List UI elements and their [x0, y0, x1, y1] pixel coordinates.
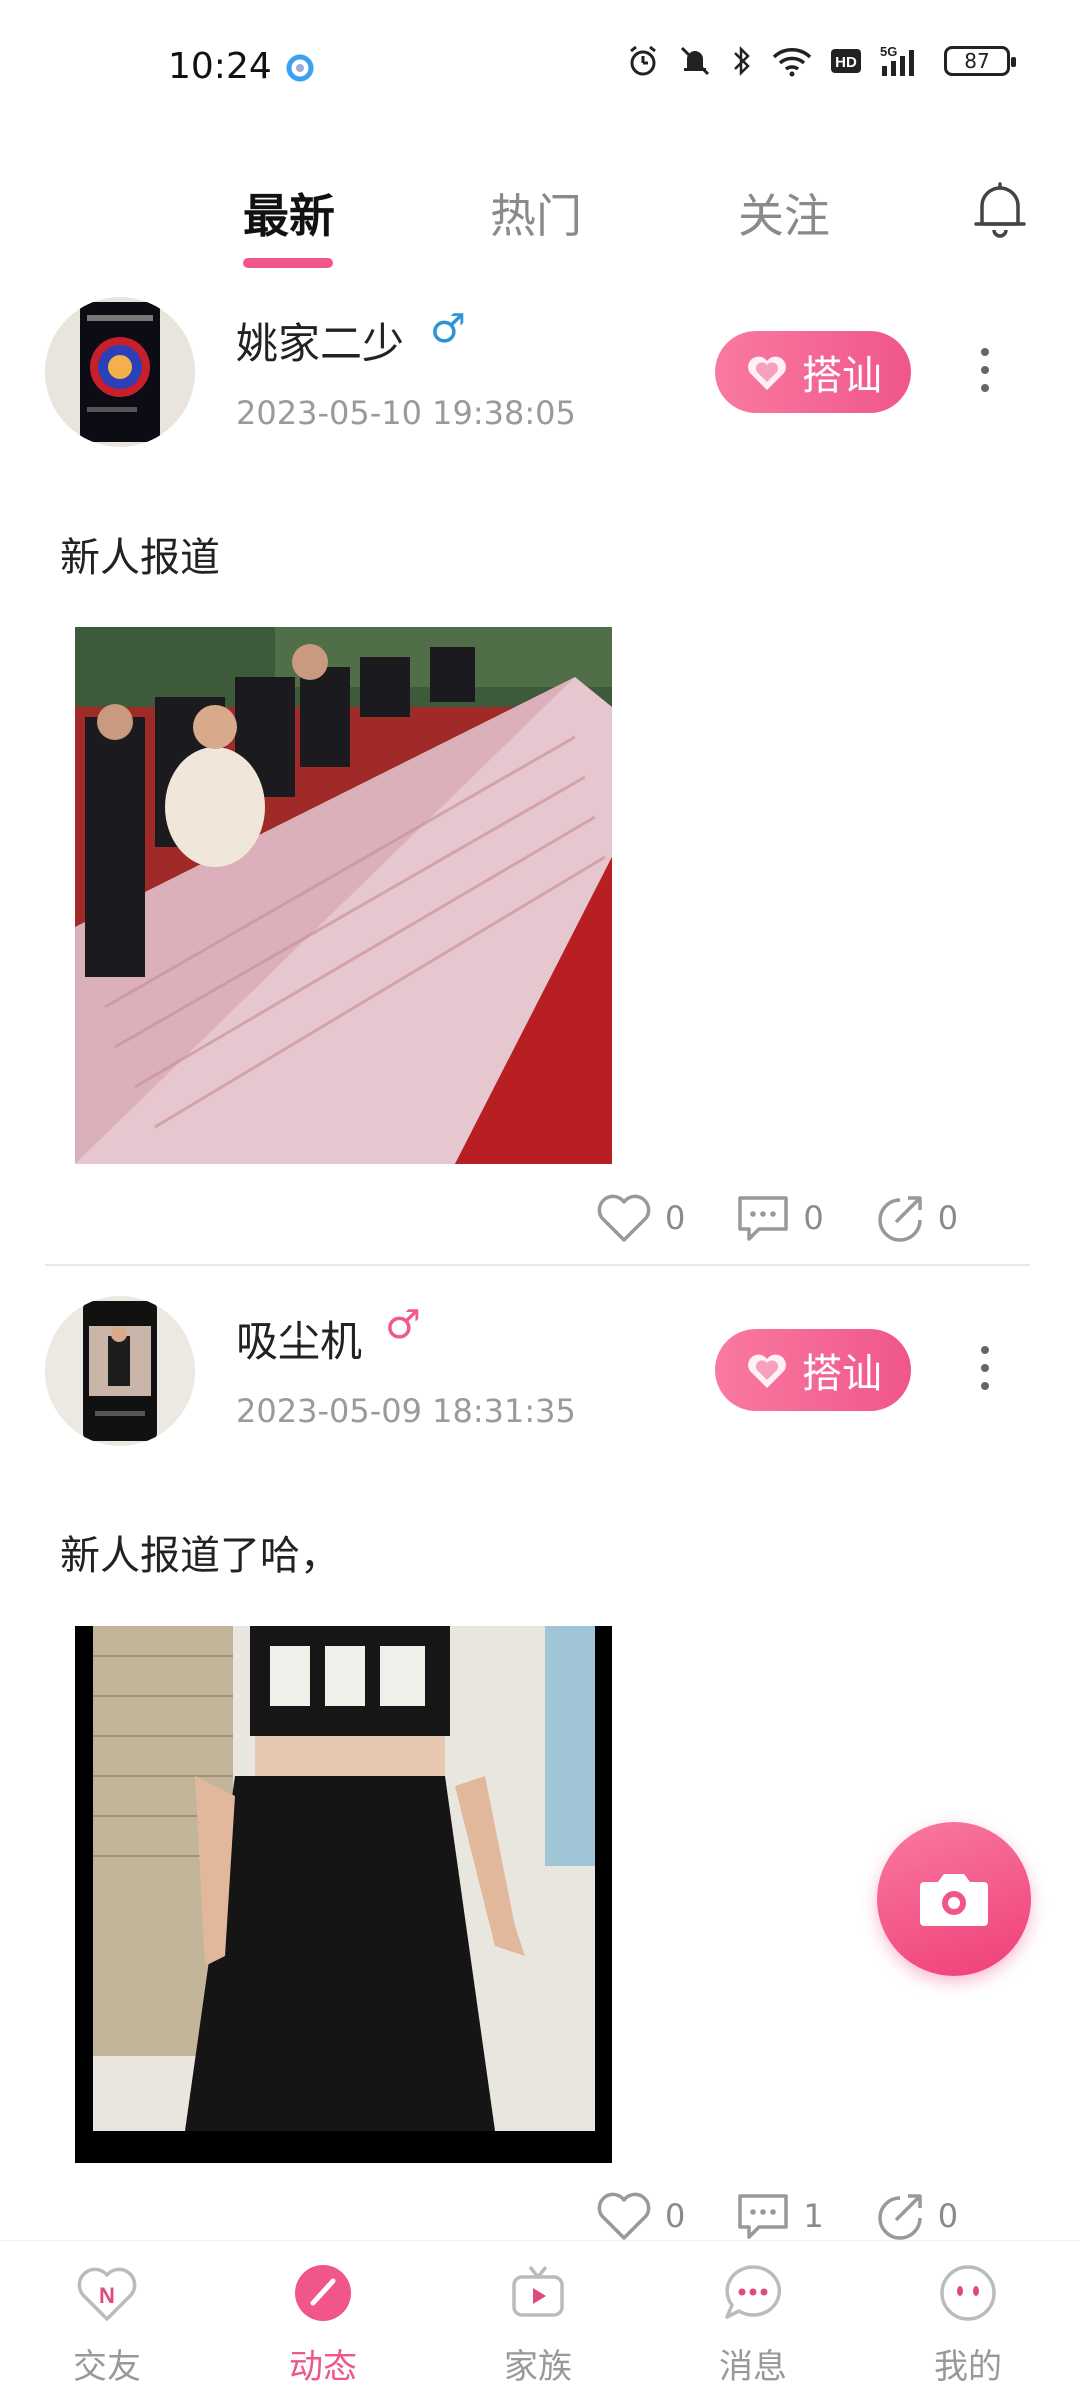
svg-text:5G: 5G [880, 44, 897, 59]
comment-icon [738, 1196, 789, 1241]
like-count: 0 [665, 1199, 686, 1237]
post-text: 新人报道 [60, 535, 220, 581]
heart-outline-icon [597, 1194, 651, 1242]
share-count: 0 [937, 1199, 959, 1237]
tab-hot[interactable]: 热门 [490, 180, 582, 246]
post-actions: 0 0 0 [595, 1192, 1008, 1244]
share-button[interactable]: 0 [874, 1192, 958, 1244]
flirt-button-label: 搭讪 [802, 353, 882, 399]
tab-latest[interactable]: 最新 [243, 180, 335, 246]
pencil-icon [295, 2265, 351, 2321]
flirt-button[interactable]: 搭讪 [715, 331, 911, 413]
post-timestamp: 2023-05-09 18:31:35 [236, 1392, 576, 1430]
bluetooth-icon [734, 45, 750, 77]
money-table-photo [75, 627, 612, 1164]
signal-5g-icon: 5G [880, 44, 914, 76]
male-gender-icon: ♂ [430, 306, 466, 352]
post-camera-button[interactable] [877, 1822, 1031, 1976]
nav-messages[interactable]: 消息 [683, 2261, 823, 2388]
nav-label: 动态 [289, 2347, 357, 2387]
share-icon [878, 2194, 922, 2240]
flirt-button[interactable]: 搭讪 [715, 1329, 911, 1411]
share-icon [878, 1196, 922, 1242]
comment-button[interactable]: 0 [735, 1193, 824, 1243]
post-text: 新人报道了哈， [60, 1533, 340, 1579]
status-icons: HD 5G 87 [626, 44, 1016, 78]
username[interactable]: 姚家二少 [236, 310, 404, 371]
mute-bell-icon [680, 46, 710, 76]
fashion-photo [75, 1626, 612, 2163]
nav-label: 我的 [934, 2347, 1002, 2387]
tv-icon [512, 2265, 564, 2317]
share-count: 0 [937, 2197, 959, 2235]
notification-bell-icon[interactable] [970, 178, 1030, 242]
camera-icon [920, 1874, 988, 1926]
comment-button[interactable]: 1 [735, 2191, 824, 2241]
avatar[interactable] [45, 1296, 195, 1446]
post-divider [45, 1264, 1030, 1266]
svg-text:N: N [99, 2283, 115, 2308]
comment-icon [738, 2194, 789, 2239]
battery-level: 87 [964, 49, 990, 73]
comment-count: 0 [803, 1199, 824, 1237]
wifi-icon [772, 48, 812, 77]
username[interactable]: 吸尘机 [236, 1308, 362, 1369]
alarm-icon [630, 45, 656, 76]
svg-text:HD: HD [835, 54, 857, 71]
nav-label: 家族 [504, 2347, 572, 2387]
flirt-button-label: 搭讪 [802, 1351, 882, 1397]
avatar-image [45, 1296, 195, 1446]
status-bar: 10:24 HD 5G 87 [0, 0, 1080, 140]
post-image[interactable] [75, 1626, 612, 2163]
nav-friends[interactable]: N 交友 [37, 2261, 177, 2388]
avatar-image [45, 297, 195, 447]
heart-chat-icon [748, 356, 786, 390]
app-notification-icon [286, 54, 314, 82]
hd-icon: HD [831, 49, 861, 73]
gender-icon: ♂ [385, 1302, 421, 1348]
share-button[interactable]: 0 [874, 2190, 958, 2242]
avatar[interactable] [45, 297, 195, 447]
clock: 10:24 [168, 46, 272, 87]
like-button[interactable]: 0 [595, 1192, 685, 1244]
nav-moments[interactable]: 动态 [253, 2261, 393, 2388]
like-button[interactable]: 0 [595, 2190, 685, 2242]
tab-following[interactable]: 关注 [738, 180, 830, 246]
heart-outline-icon [597, 2192, 651, 2240]
comment-count: 1 [803, 2197, 824, 2235]
nav-label: 消息 [719, 2347, 787, 2387]
chat-icon [725, 2265, 782, 2319]
like-count: 0 [665, 2197, 686, 2235]
nav-family[interactable]: 家族 [468, 2261, 608, 2388]
heart-n-icon: N [77, 2267, 137, 2321]
post-image[interactable] [75, 627, 612, 1164]
battery-indicator: 87 [944, 46, 1016, 76]
nav-profile[interactable]: 我的 [898, 2261, 1038, 2388]
active-tab-indicator [243, 258, 333, 268]
nav-label: 交友 [73, 2347, 141, 2387]
face-icon [940, 2265, 996, 2321]
post-timestamp: 2023-05-10 19:38:05 [236, 394, 576, 432]
bottom-nav: N 交友 动态 家族 消息 我的 [0, 2240, 1080, 2401]
heart-chat-icon [748, 1354, 786, 1388]
more-options-icon[interactable] [975, 338, 995, 402]
feed-tabs: 最新 热门 关注 [0, 160, 1080, 270]
more-options-icon[interactable] [975, 1336, 995, 1400]
post-actions: 0 1 0 [595, 2190, 1008, 2242]
